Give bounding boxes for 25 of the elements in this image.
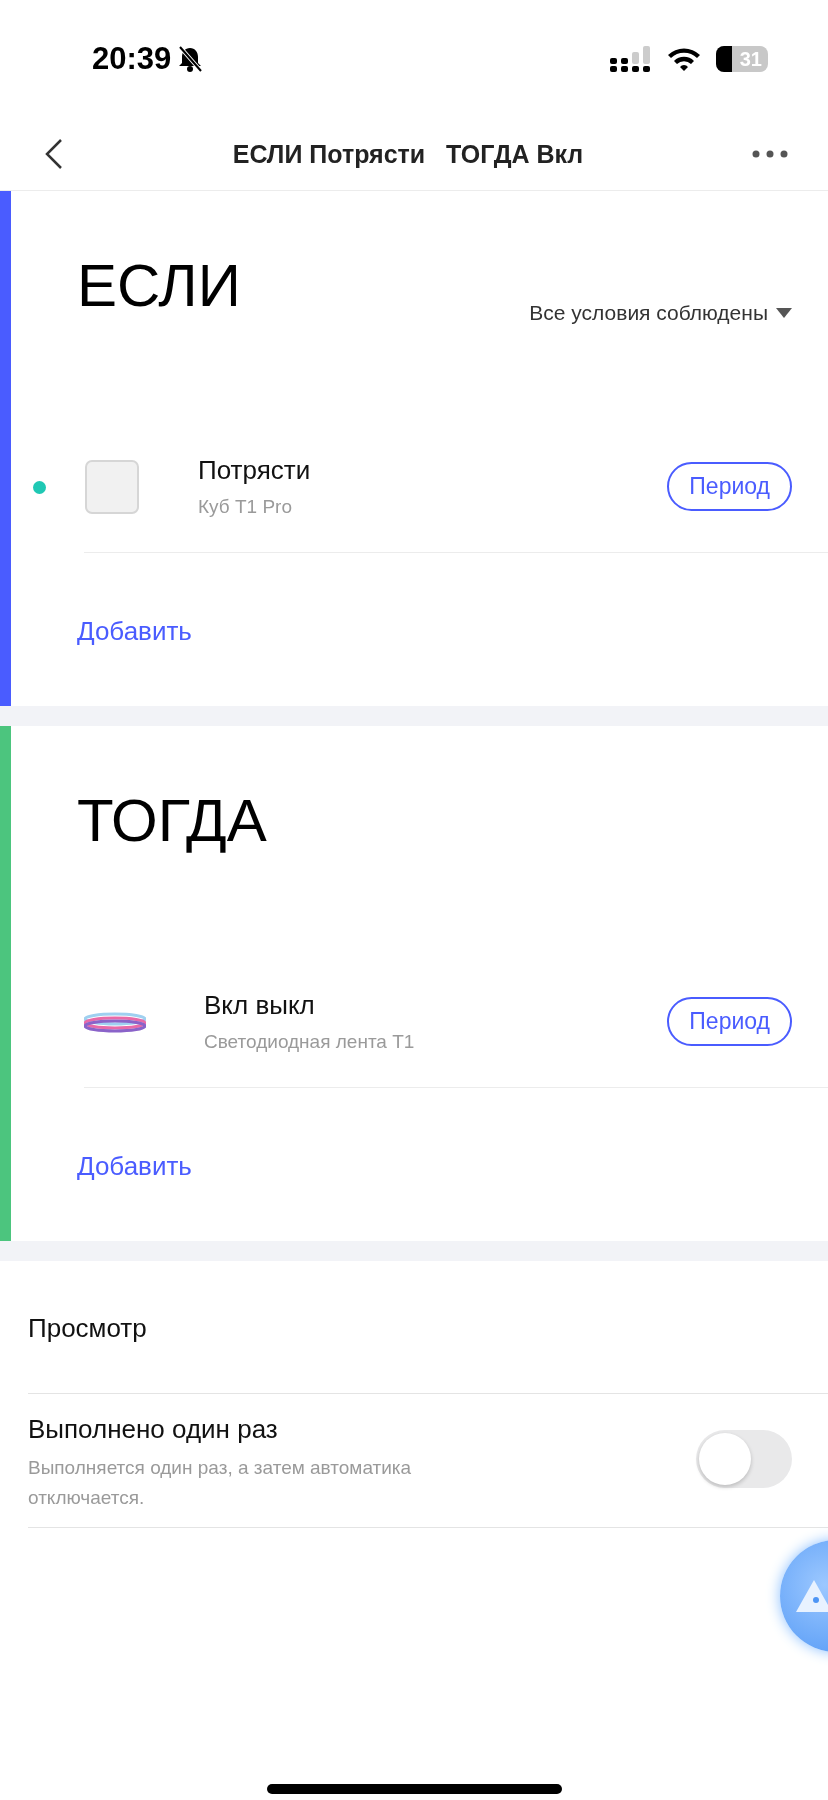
bell-muted-icon xyxy=(177,45,204,73)
period-button[interactable]: Период xyxy=(667,462,792,511)
caret-icon xyxy=(776,308,792,318)
run-once-description: Выполняется один раз, а затем автоматика отключается. xyxy=(28,1456,413,1510)
device-name: Куб T1 Pro xyxy=(198,496,293,518)
cube-device-icon xyxy=(84,458,140,515)
section-heading: ЕСЛИ xyxy=(77,251,241,321)
run-once-title: Выполнено один раз xyxy=(28,1414,279,1445)
device-name: Светодиодная лента T1 xyxy=(204,1031,416,1053)
led-strip-icon xyxy=(84,1010,146,1033)
trigger-title: Вкл выкл xyxy=(204,990,316,1021)
period-button[interactable]: Период xyxy=(667,997,792,1046)
run-once-toggle[interactable] xyxy=(696,1430,792,1488)
condition-mode-dropdown[interactable]: Все условия соблюдены xyxy=(529,301,792,325)
screen-title: ЕСЛИ Потрясти ТОГДА Вкл xyxy=(232,139,584,169)
device-row[interactable]: Потрясти Куб T1 Pro Период xyxy=(84,421,828,553)
cellular-signal-icon xyxy=(610,46,652,72)
status-time: 20:39 xyxy=(92,41,172,77)
wifi-icon xyxy=(666,46,702,72)
add-link[interactable]: Добавить xyxy=(77,611,192,651)
preview-label[interactable]: Просмотр xyxy=(28,1261,147,1344)
device-row[interactable]: Вкл выкл Светодиодная лента T1 Период xyxy=(84,956,828,1088)
section-heading: ТОГДА xyxy=(77,786,267,856)
add-link[interactable]: Добавить xyxy=(77,1146,192,1186)
trigger-title: Потрясти xyxy=(198,455,312,486)
